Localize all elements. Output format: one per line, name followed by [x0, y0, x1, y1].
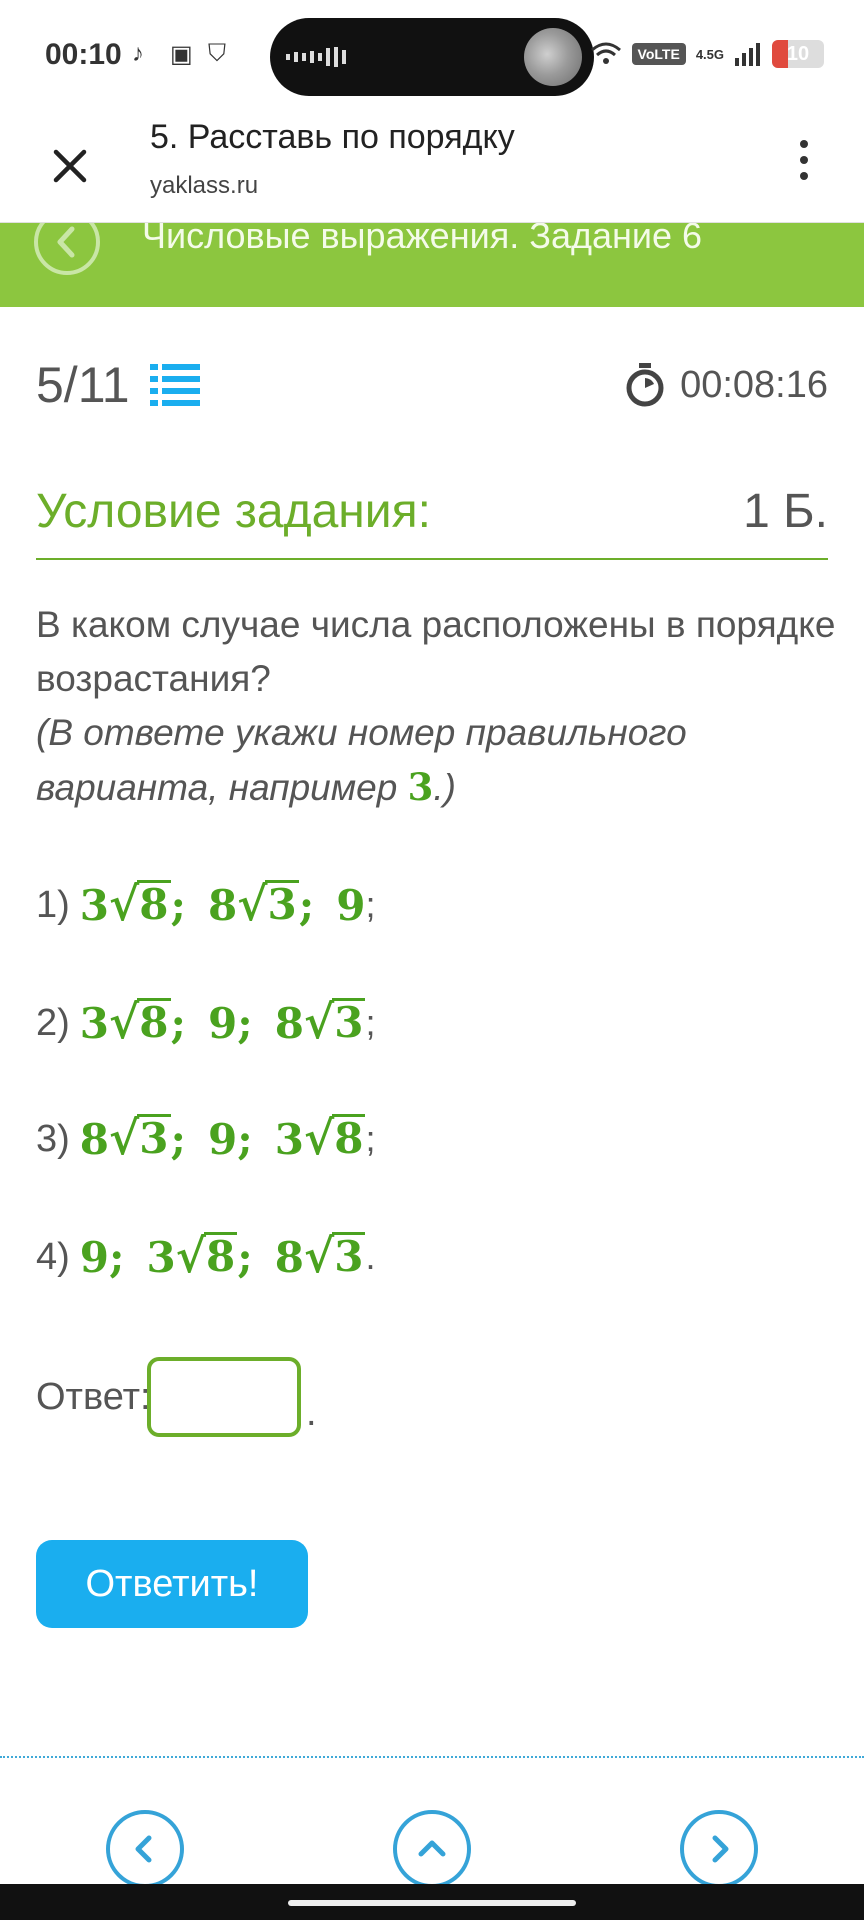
option-number: 4)	[36, 1235, 70, 1278]
math-term: 9;	[208, 1115, 253, 1165]
condition-heading: Условие задания:	[36, 485, 431, 538]
volte-badge: VoLTE	[631, 43, 686, 65]
album-art	[524, 28, 582, 86]
browser-toolbar: 5. Расставь по порядку yaklass.ru	[0, 110, 864, 223]
option-expression: 3 √ 8; 9; 8 √ 3	[80, 998, 366, 1048]
back-button[interactable]	[34, 223, 100, 275]
answer-label: Ответ:	[36, 1376, 151, 1418]
shield-icon: ⛉	[208, 40, 226, 67]
page-title: 5. Расставь по порядку	[150, 118, 515, 156]
signal-icon	[735, 43, 760, 66]
math-term: 8 √ 3	[274, 1229, 366, 1284]
page-url: yaklass.ru	[150, 172, 259, 199]
hint-number: 3	[407, 765, 434, 809]
answer-input[interactable]	[147, 1357, 301, 1437]
option-3: 3) 8 √ 3; 9; 3 √ 8;	[36, 1114, 375, 1164]
math-term: 3 √ 8	[274, 1111, 366, 1166]
math-term: 9;	[79, 1233, 125, 1283]
option-terminator: ;	[365, 1118, 376, 1160]
topic-banner: Числовые выражения. Задание 6	[0, 223, 864, 307]
question-hint: (В ответе укажи номер правильного вариан…	[36, 712, 687, 809]
option-number: 2)	[36, 1001, 70, 1044]
chevron-left-icon	[57, 226, 75, 258]
math-term: 8 √ 3	[274, 995, 366, 1050]
option-expression: 8 √ 3; 9; 3 √ 8	[80, 1114, 366, 1164]
prev-task-button[interactable]	[106, 1810, 184, 1888]
status-bar: 00:10 ♪ ▣ ⛉ VoLTE 4.5G 10	[0, 0, 864, 110]
battery-level: 10	[786, 43, 810, 65]
question-main: В каком случае числа расположены в поряд…	[36, 604, 836, 699]
option-expression: 3 √ 8; 8 √ 3; 9	[79, 877, 366, 932]
chevron-left-icon	[135, 1835, 152, 1863]
status-time: 00:10	[45, 38, 122, 71]
math-term: 8 √ 3;	[208, 877, 315, 932]
option-4: 4) 9; 3 √ 8; 8 √ 3.	[36, 1232, 375, 1282]
list-icon[interactable]	[150, 362, 200, 408]
chevron-right-icon	[712, 1835, 729, 1863]
math-term: 3 √ 8;	[146, 1229, 253, 1284]
math-term: 3 √ 8;	[79, 877, 187, 932]
math-term: 9;	[208, 999, 253, 1049]
task-points: 1 Б.	[743, 485, 828, 538]
scroll-up-button[interactable]	[393, 1810, 471, 1888]
timer-value: 00:08:16	[680, 363, 828, 406]
math-term: 3 √ 8;	[79, 995, 187, 1050]
option-expression: 9; 3 √ 8; 8 √ 3	[80, 1232, 366, 1282]
app-notification-icon: ▣	[170, 41, 193, 68]
chevron-up-icon	[418, 1840, 446, 1857]
option-2: 2) 3 √ 8; 9; 8 √ 3;	[36, 998, 375, 1048]
system-nav-bar	[0, 1884, 864, 1920]
close-icon[interactable]	[50, 136, 90, 196]
question-text: В каком случае числа расположены в поряд…	[36, 598, 836, 815]
divider	[36, 558, 828, 560]
math-term: 9	[336, 881, 366, 931]
submit-button[interactable]: Ответить!	[36, 1540, 308, 1628]
tiktok-icon: ♪	[132, 40, 144, 67]
task-timer: 00:08:16	[624, 362, 828, 408]
battery-icon: 10	[772, 40, 824, 68]
network-type: 4.5G	[695, 46, 724, 62]
option-number: 3)	[36, 1117, 70, 1160]
answer-period: .	[306, 1392, 317, 1434]
divider	[0, 1756, 864, 1758]
wifi-icon	[590, 42, 621, 64]
audio-visualizer-icon	[286, 47, 346, 67]
topic-title: Числовые выражения. Задание 6	[142, 223, 703, 256]
stopwatch-icon	[626, 363, 664, 407]
home-indicator[interactable]	[288, 1900, 576, 1906]
next-task-button[interactable]	[680, 1810, 758, 1888]
math-term: 8 √ 3;	[79, 1111, 187, 1166]
option-1: 1) 3 √ 8; 8 √ 3; 9;	[36, 880, 375, 930]
option-terminator: ;	[365, 884, 376, 926]
option-number: 1)	[36, 883, 70, 926]
option-terminator: .	[365, 1236, 376, 1278]
dynamic-island	[270, 18, 594, 96]
kebab-menu-icon[interactable]	[794, 140, 814, 190]
option-terminator: ;	[365, 1002, 376, 1044]
task-progress: 5/11	[36, 357, 130, 413]
